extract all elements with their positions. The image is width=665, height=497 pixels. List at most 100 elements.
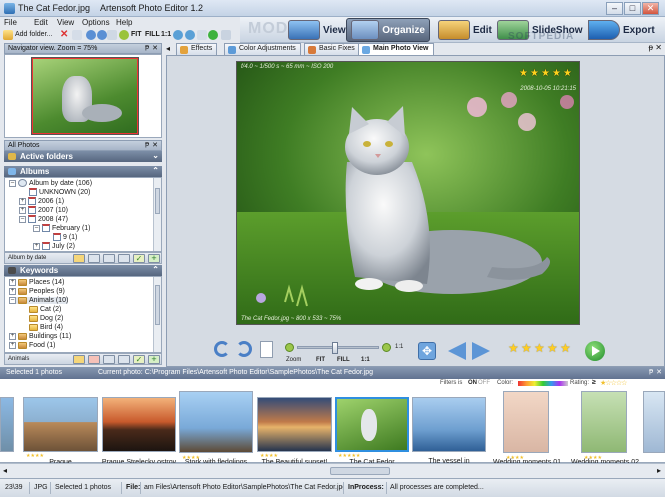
collapse-icon[interactable]: –: [9, 297, 16, 304]
mode-export-button[interactable]: Export: [584, 18, 659, 42]
add-folder-button[interactable]: Add folder...: [15, 31, 52, 38]
tab-effects[interactable]: Effects: [176, 43, 218, 55]
albums-section[interactable]: Albums ⌃: [4, 166, 162, 177]
zoom-out-icon[interactable]: [285, 343, 294, 352]
menu-edit[interactable]: Edit: [34, 18, 48, 27]
photo-rating-star[interactable]: ★: [530, 68, 539, 79]
tree-item-2006[interactable]: +2006 (1): [19, 197, 64, 205]
forward-icon[interactable]: [97, 30, 107, 40]
toolbar-one-to-one-button[interactable]: 1:1: [161, 31, 171, 38]
menu-help[interactable]: Help: [116, 18, 132, 27]
album-tree-scrollbar[interactable]: [153, 178, 161, 251]
expand-icon[interactable]: +: [9, 279, 16, 286]
keyword-remove-icon[interactable]: [88, 355, 100, 364]
album-add-icon[interactable]: [73, 254, 85, 263]
expand-icon[interactable]: +: [19, 206, 26, 214]
tree-item-animals[interactable]: – Animals (10): [9, 297, 69, 304]
filmstrip-close-icon[interactable]: ✕: [656, 368, 662, 376]
all-photos-close-icon[interactable]: ✕: [152, 141, 158, 149]
pin-icon[interactable]: ᵽ: [145, 141, 149, 148]
active-folders-section[interactable]: Active folders ⌄: [4, 151, 162, 162]
fullscreen-icon[interactable]: [197, 30, 207, 40]
thumb-cat-fedor[interactable]: [335, 397, 409, 452]
next-photo-icon[interactable]: [472, 342, 490, 360]
scroll-thumb[interactable]: [155, 285, 160, 325]
filmstrip-partial-thumb[interactable]: [643, 391, 665, 453]
thumb-prague-strelecky[interactable]: [102, 397, 176, 452]
copy-icon[interactable]: [72, 30, 82, 40]
tab-color-adjustments[interactable]: Color Adjustments: [224, 43, 301, 55]
close-window-button[interactable]: ✕: [642, 2, 659, 15]
tree-item-2008[interactable]: –2008 (47): [19, 215, 68, 223]
tab-main-photo-view[interactable]: Main Photo View: [358, 43, 434, 55]
previous-photo-icon[interactable]: [448, 342, 466, 360]
maximize-button[interactable]: □: [624, 2, 641, 15]
rating-control-star[interactable]: ★: [521, 341, 532, 355]
play-icon[interactable]: [208, 30, 218, 40]
rating-filter-operator[interactable]: ≥: [592, 379, 596, 386]
expand-icon[interactable]: +: [19, 197, 26, 205]
album-delete-icon[interactable]: [103, 254, 115, 263]
color-filter-swatches[interactable]: [518, 381, 568, 386]
menu-view[interactable]: View: [57, 18, 74, 27]
rotate-right-icon[interactable]: [185, 30, 195, 40]
main-photo[interactable]: f/4.0 ~ 1/500 s ~ 65 mm ~ ISO 200 2008-1…: [236, 61, 580, 325]
scroll-left-icon[interactable]: ◂: [3, 466, 7, 475]
collapse-icon[interactable]: –: [9, 179, 16, 187]
tree-item-peoples[interactable]: + Peoples (9): [9, 288, 65, 295]
thumb-wedding-01[interactable]: [503, 391, 549, 453]
pin-icon[interactable]: ᵽ: [649, 368, 653, 375]
pin-icon[interactable]: ᵽ: [649, 43, 653, 52]
zoom-fit-button[interactable]: FIT: [316, 357, 325, 363]
document-icon[interactable]: [260, 341, 273, 358]
chevron-up-icon[interactable]: ⌃: [152, 265, 159, 274]
rating-control-star[interactable]: ★: [508, 341, 519, 355]
zoom-slider-track[interactable]: [297, 342, 379, 354]
tree-item-places[interactable]: + Places (14): [9, 279, 64, 286]
keywords-section[interactable]: Keywords ⌃: [4, 265, 162, 276]
photo-rating-star[interactable]: ★: [541, 68, 550, 79]
tree-item-food[interactable]: + Food (1): [9, 342, 55, 349]
rating-control[interactable]: ★ ★ ★ ★ ★: [508, 0, 578, 355]
thumb-prague[interactable]: [23, 397, 98, 452]
rating-filter-stars[interactable]: ★☆☆☆☆: [600, 379, 627, 387]
navigator-close-icon[interactable]: ✕: [152, 44, 158, 52]
minimize-button[interactable]: –: [606, 2, 623, 15]
mode-organize-button[interactable]: Organize: [346, 18, 430, 42]
tree-item-bird[interactable]: Bird (4): [29, 324, 63, 331]
tree-item-july[interactable]: + July (2): [33, 242, 75, 250]
keyword-edit-icon[interactable]: [103, 355, 115, 364]
add-icon[interactable]: +: [148, 254, 160, 263]
tree-item-day-9[interactable]: 9 (1): [53, 233, 77, 241]
add-icon[interactable]: +: [148, 355, 160, 364]
photo-rating-star[interactable]: ★: [519, 68, 528, 79]
check-icon[interactable]: ✓: [133, 254, 145, 263]
menu-options[interactable]: Options: [82, 18, 110, 27]
rating-control-star[interactable]: ★: [547, 341, 558, 355]
photo-rating[interactable]: ★ ★ ★ ★ ★: [519, 68, 575, 80]
rating-control-star[interactable]: ★: [560, 341, 571, 355]
check-icon[interactable]: ✓: [133, 355, 145, 364]
keyword-tree-scrollbar[interactable]: [153, 277, 161, 352]
mode-view-button[interactable]: View: [284, 18, 350, 42]
tab-basic-fixes[interactable]: Basic Fixes: [304, 43, 360, 55]
thumb-sunset[interactable]: [257, 397, 332, 452]
collapse-icon[interactable]: –: [33, 224, 40, 232]
zoom-slider-knob[interactable]: [332, 342, 339, 354]
expand-icon[interactable]: +: [33, 242, 40, 250]
navigator-viewport-frame[interactable]: [32, 58, 138, 134]
tree-item-cat[interactable]: Cat (2): [29, 306, 61, 313]
rotate-right-icon[interactable]: [236, 341, 252, 357]
thumb-vessel[interactable]: [412, 397, 486, 452]
navigator-preview[interactable]: [31, 57, 139, 135]
view-close-icon[interactable]: ✕: [655, 43, 662, 52]
delete-icon[interactable]: ✕: [60, 30, 70, 40]
keyword-add-icon[interactable]: [73, 355, 85, 364]
keyword-refresh-icon[interactable]: [118, 355, 130, 364]
menu-file[interactable]: File: [4, 18, 17, 27]
chevron-up-icon[interactable]: ⌃: [152, 166, 159, 175]
mode-edit-button[interactable]: Edit: [434, 18, 496, 42]
rating-control-star[interactable]: ★: [534, 341, 545, 355]
thumb-stork[interactable]: [179, 391, 253, 453]
filter-off-button[interactable]: OFF: [478, 380, 490, 386]
